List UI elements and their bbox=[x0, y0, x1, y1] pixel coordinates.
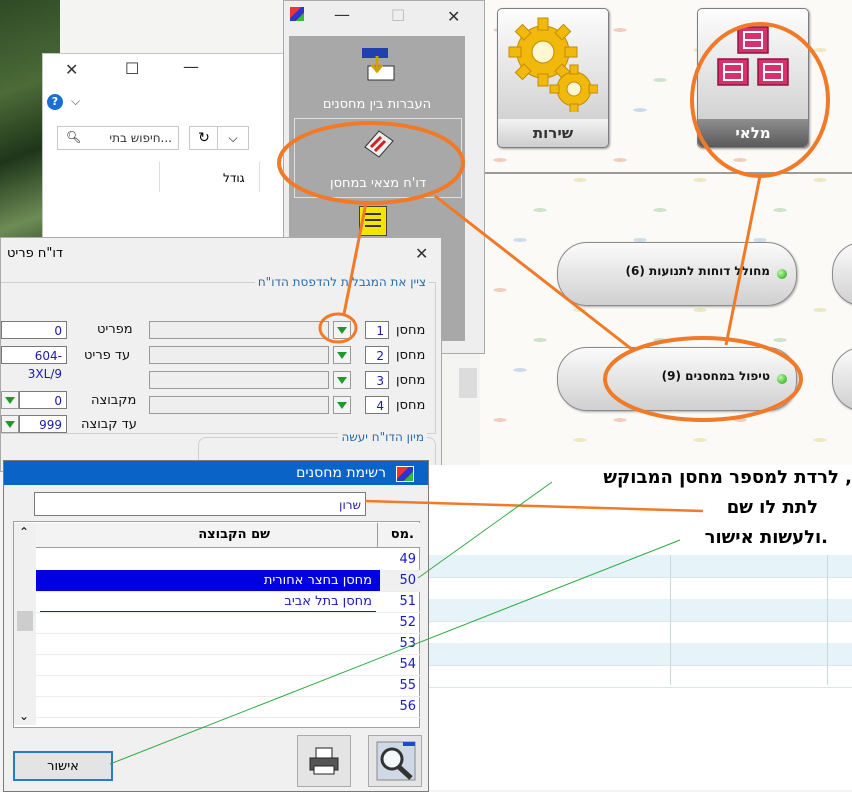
annotation-overlay bbox=[109, 22, 830, 765]
guide-line bbox=[109, 539, 681, 765]
connector-line bbox=[434, 194, 635, 353]
highlight-inventory-tile bbox=[690, 22, 830, 178]
connector-line bbox=[724, 175, 762, 346]
connector-line bbox=[364, 499, 704, 513]
highlight-inventory-report bbox=[277, 121, 465, 205]
highlight-warehouse-dropdown bbox=[318, 312, 358, 344]
connector-line bbox=[342, 202, 368, 315]
guide-line bbox=[417, 481, 553, 579]
